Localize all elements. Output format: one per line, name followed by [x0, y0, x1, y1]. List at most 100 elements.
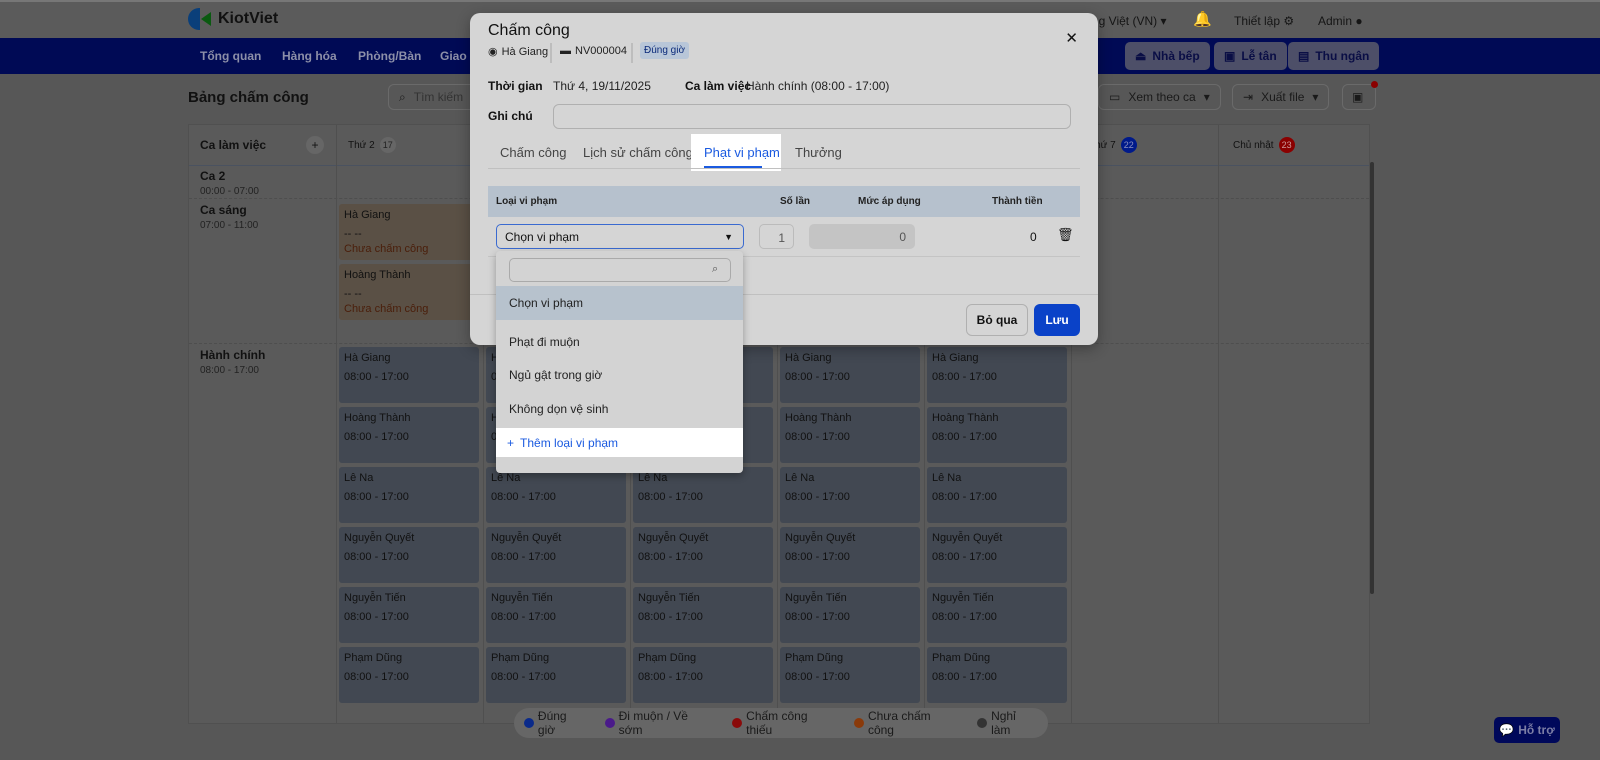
shift-card[interactable]: Hoàng Thành 08:00 - 17:00 — [780, 407, 920, 463]
column-header: Thành tiền — [992, 196, 1043, 207]
user-circle-icon: ◉ — [488, 46, 498, 58]
shift-card[interactable]: Nguyễn Quyết 08:00 - 17:00 — [486, 527, 626, 583]
employee-name: Nguyễn Tiến — [638, 592, 700, 604]
notification-dot — [1371, 81, 1378, 88]
shift-card[interactable]: Nguyễn Quyết 08:00 - 17:00 — [633, 527, 773, 583]
add-violation-type-button[interactable]: + Thêm loại vi phạm — [496, 428, 743, 457]
shift-time: 08:00 - 17:00 — [344, 431, 409, 443]
scrollbar[interactable] — [1370, 162, 1374, 594]
status-badge: Đúng giờ — [640, 42, 690, 59]
add-shift-button[interactable]: + — [306, 136, 324, 154]
rate-input[interactable]: 0 — [809, 224, 915, 249]
dropdown-option[interactable]: Phạt đi muộn — [496, 325, 743, 359]
shift-card[interactable]: Phạm Dũng 08:00 - 17:00 — [486, 647, 626, 703]
dropdown-option[interactable]: Không dọn vệ sinh — [496, 392, 743, 426]
shift-time: 08:00 - 17:00 — [344, 551, 409, 563]
shift-card[interactable]: Nguyễn Quyết 08:00 - 17:00 — [780, 527, 920, 583]
tab-penalty[interactable]: Phạt vi phạm — [704, 145, 780, 160]
shift-card[interactable]: Lê Na 08:00 - 17:00 — [339, 467, 479, 523]
nav-products[interactable]: Hàng hóa — [282, 49, 337, 63]
shift-card[interactable]: Hà Giang 08:00 - 17:00 — [780, 347, 920, 403]
reception-button[interactable]: ▣ Lễ tân — [1214, 42, 1287, 70]
shift-card[interactable]: Nguyễn Quyết 08:00 - 17:00 — [339, 527, 479, 583]
calendar-check-icon: ▣ — [1224, 49, 1236, 63]
shift-card[interactable]: Phạm Dũng 08:00 - 17:00 — [633, 647, 773, 703]
code-label: NV000004 — [575, 45, 627, 57]
shift-card[interactable]: Lê Na 08:00 - 17:00 — [927, 467, 1067, 523]
day-header: Chủ nhật 23 — [1233, 137, 1295, 153]
column-divider — [336, 125, 337, 723]
divider — [550, 43, 552, 63]
shift-time: 08:00 - 17:00 — [785, 491, 850, 503]
shift-card[interactable]: Hà Giang -- -- Chưa chấm công — [339, 204, 479, 260]
employee-code: ▬ NV000004 — [560, 45, 627, 57]
user-menu[interactable]: Admin ● — [1318, 14, 1363, 28]
schedule-button[interactable]: ▣ — [1342, 81, 1378, 110]
caret-down-icon: ▼ — [724, 232, 733, 242]
employee-name: Hà Giang — [344, 352, 391, 364]
tab-history[interactable]: Lịch sử chấm công — [583, 145, 693, 160]
close-icon[interactable]: ✕ — [1065, 29, 1078, 47]
nav-overview[interactable]: Tổng quan — [200, 49, 261, 63]
legend-item: Chưa chấm công — [854, 709, 959, 737]
nav-rooms[interactable]: Phòng/Bàn — [358, 49, 421, 63]
shift-card[interactable]: Hà Giang 08:00 - 17:00 — [927, 347, 1067, 403]
caret-down-icon: ▾ — [1312, 90, 1319, 104]
column-divider — [1218, 125, 1219, 723]
shift-card[interactable]: Hoàng Thành 08:00 - 17:00 — [339, 407, 479, 463]
settings-link[interactable]: Thiết lập ⚙ — [1234, 14, 1294, 28]
count-input[interactable]: 1 — [759, 224, 794, 249]
violation-select[interactable]: Chọn vi phạm ▼ — [496, 224, 744, 249]
employee-name: Nguyễn Tiến — [491, 592, 553, 604]
shift-time: 08:00 - 17:00 — [932, 611, 997, 623]
shift-card[interactable]: Hoàng Thành -- -- Chưa chấm công — [339, 264, 479, 320]
logo[interactable]: KiotViet — [188, 8, 278, 30]
language-select[interactable]: ng Việt (VN) ▾ — [1092, 14, 1167, 28]
save-button[interactable]: Lưu — [1034, 304, 1080, 336]
reception-label: Lễ tân — [1241, 49, 1277, 63]
view-mode-select[interactable]: ▭ Xem theo ca ▾ — [1098, 84, 1221, 110]
shift-card[interactable]: Lê Na 08:00 - 17:00 — [633, 467, 773, 523]
status-text: Chưa chấm công — [344, 243, 429, 255]
bell-icon[interactable]: 🔔 — [1193, 10, 1212, 28]
trash-icon[interactable]: 🗑 — [1057, 227, 1074, 243]
shift-card[interactable]: Hà Giang 08:00 - 17:00 — [339, 347, 479, 403]
shift-card[interactable]: Nguyễn Tiến 08:00 - 17:00 — [780, 587, 920, 643]
gear-icon: ⚙ — [1283, 14, 1295, 28]
cancel-button[interactable]: Bỏ qua — [966, 304, 1028, 336]
shift-card[interactable]: Nguyễn Tiến 08:00 - 17:00 — [633, 587, 773, 643]
user-label: Admin — [1318, 14, 1353, 28]
shift-card[interactable]: Phạm Dũng 08:00 - 17:00 — [780, 647, 920, 703]
dropdown-option[interactable]: Chọn vi phạm — [496, 286, 743, 320]
shift-card[interactable]: Lê Na 08:00 - 17:00 — [486, 467, 626, 523]
kitchen-button[interactable]: ⏏ Nhà bếp — [1125, 42, 1210, 70]
note-input[interactable] — [553, 104, 1071, 129]
shift-card[interactable]: Nguyễn Tiến 08:00 - 17:00 — [927, 587, 1067, 643]
column-header: Loại vi phạm — [496, 196, 558, 207]
shift-card[interactable]: Lê Na 08:00 - 17:00 — [780, 467, 920, 523]
tab-timekeeping[interactable]: Chấm công — [500, 145, 566, 160]
dropdown-option[interactable]: Ngủ gật trong giờ — [496, 358, 743, 392]
note-label: Ghi chú — [488, 109, 533, 123]
cashier-label: Thu ngân — [1315, 49, 1370, 63]
dropdown-search-input[interactable] — [509, 258, 731, 282]
shift-time: -- -- — [344, 228, 362, 240]
legend-label: Chấm công thiếu — [746, 709, 808, 737]
user-icon: ● — [1355, 14, 1363, 28]
employee-name: Phạm Dũng — [638, 652, 697, 664]
shift-card[interactable]: Hoàng Thành 08:00 - 17:00 — [927, 407, 1067, 463]
shift-ca-sang: Ca sáng 07:00 - 11:00 — [200, 203, 258, 231]
shift-card[interactable]: Nguyễn Tiến 08:00 - 17:00 — [339, 587, 479, 643]
shift-time: 08:00 - 17:00 — [785, 671, 850, 683]
cashier-button[interactable]: ▤ Thu ngân — [1288, 42, 1380, 70]
export-label: Xuất file — [1261, 90, 1305, 104]
search-icon: ⌕ — [712, 263, 719, 275]
employee-name: Nguyễn Quyết — [344, 532, 415, 544]
tab-bonus[interactable]: Thưởng — [795, 145, 842, 160]
export-button[interactable]: ⇥ Xuất file ▾ — [1232, 84, 1330, 110]
shift-card[interactable]: Phạm Dũng 08:00 - 17:00 — [339, 647, 479, 703]
shift-card[interactable]: Nguyễn Quyết 08:00 - 17:00 — [927, 527, 1067, 583]
shift-card[interactable]: Nguyễn Tiến 08:00 - 17:00 — [486, 587, 626, 643]
help-button[interactable]: 💬 Hỗ trợ — [1494, 717, 1560, 743]
shift-card[interactable]: Phạm Dũng 08:00 - 17:00 — [927, 647, 1067, 703]
